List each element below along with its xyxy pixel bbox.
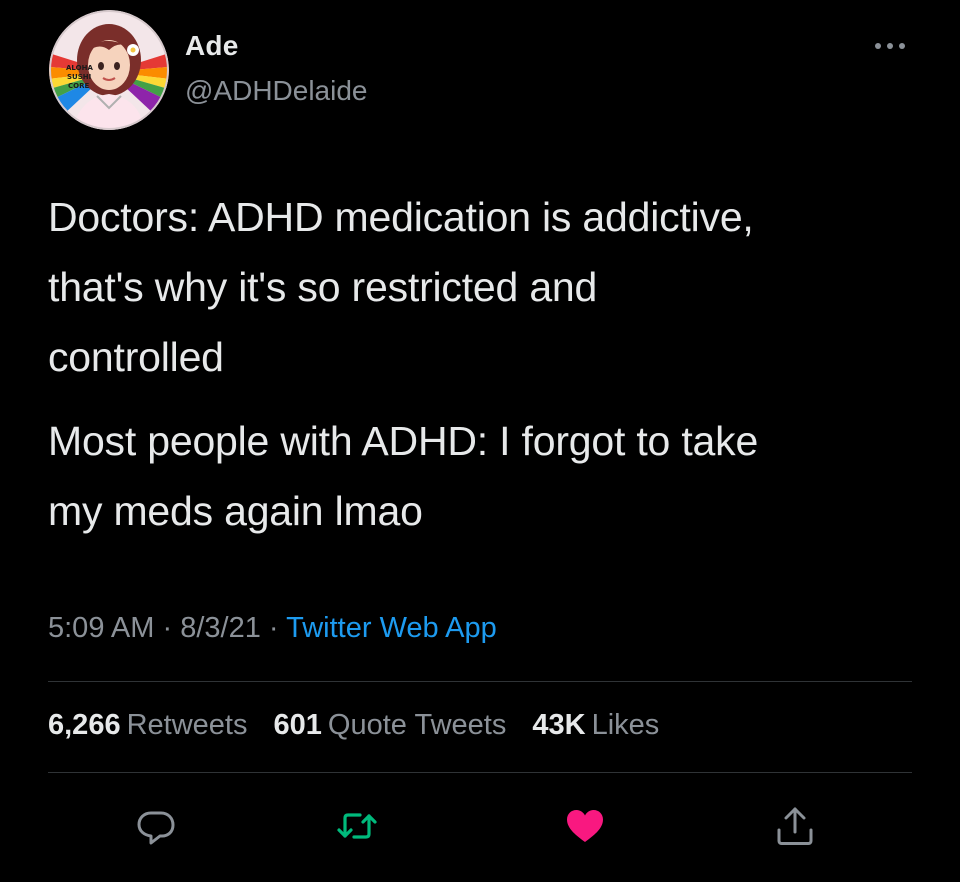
tweet-text: Doctors: ADHD medication is addictive, t…	[48, 182, 928, 546]
retweet-icon	[337, 813, 377, 839]
reply-icon	[137, 811, 175, 845]
quote-tweets-label: Quote Tweets	[327, 709, 507, 741]
retweet-button[interactable]	[335, 804, 379, 848]
avatar-text-line-1: ALOHA	[66, 64, 93, 72]
more-horizontal-icon[interactable]	[872, 36, 908, 56]
quote-tweets-count: 601	[273, 709, 322, 741]
like-button[interactable]	[563, 804, 607, 848]
tweet-card: ALOHA SUSHI CORE Ade @ADHDelaide Doctors…	[0, 0, 960, 882]
retweets-count: 6,266	[48, 709, 121, 741]
quote-tweets-stat[interactable]: 601 Quote Tweets	[274, 709, 507, 742]
meta-separator: ·	[268, 612, 279, 644]
tweet-stats: 6,266 Retweets 601 Quote Tweets 43K Likes	[48, 709, 677, 742]
tweet-date[interactable]: 8/3/21	[180, 612, 261, 644]
likes-stat[interactable]: 43K Likes	[532, 709, 659, 742]
divider	[48, 681, 912, 682]
reply-button[interactable]	[134, 804, 178, 848]
retweets-stat[interactable]: 6,266 Retweets	[48, 709, 247, 742]
tweet-paragraph: Most people with ADHD: I forgot to take …	[48, 418, 759, 534]
author-handle[interactable]: @ADHDelaide	[185, 75, 368, 107]
meta-separator: ·	[162, 612, 173, 644]
divider	[48, 772, 912, 773]
share-button[interactable]	[773, 804, 817, 848]
likes-label: Likes	[591, 709, 660, 741]
tweet-meta: 5:09 AM · 8/3/21 · Twitter Web App	[48, 612, 497, 645]
avatar-text-line-2: SUSHI	[67, 73, 91, 81]
avatar-text-line-3: CORE	[68, 82, 89, 90]
heart-icon	[567, 810, 603, 842]
author-display-name[interactable]: Ade	[185, 30, 239, 62]
tweet-source-link[interactable]: Twitter Web App	[286, 612, 497, 644]
tweet-paragraph: Doctors: ADHD medication is addictive, t…	[48, 194, 754, 380]
likes-count: 43K	[532, 709, 586, 741]
retweets-label: Retweets	[126, 709, 248, 741]
author-avatar[interactable]: ALOHA SUSHI CORE	[49, 10, 169, 130]
avatar-illustration: ALOHA SUSHI CORE	[49, 10, 169, 130]
tweet-time[interactable]: 5:09 AM	[48, 612, 154, 644]
share-icon	[777, 807, 813, 845]
